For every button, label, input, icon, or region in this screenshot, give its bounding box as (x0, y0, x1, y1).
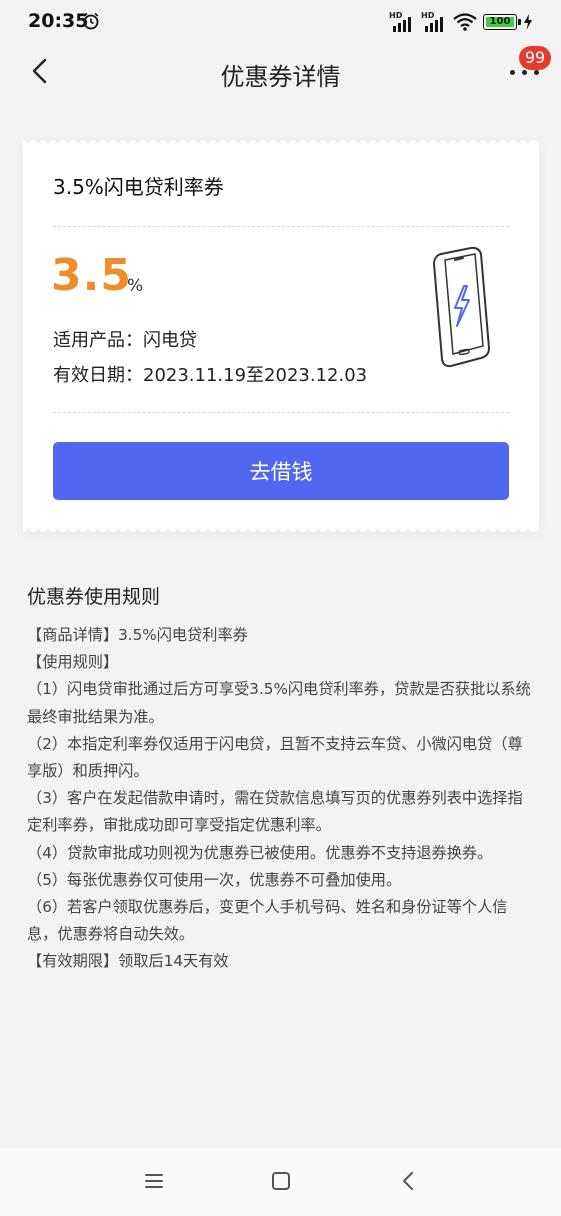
rule-line: （6）若客户领取优惠券后，变更个人手机号码、姓名和身份证等个人信息，优惠券将自动… (27, 898, 508, 944)
cell-signal-icon: HD (389, 12, 415, 32)
rate-value: 3.5 (51, 250, 132, 301)
rules-heading: 优惠券使用规则 (27, 586, 161, 608)
more-dots-icon (510, 70, 539, 75)
page-title: 优惠券详情 (220, 63, 341, 91)
status-indicators: HD HD 100 (389, 12, 533, 32)
nav-bar: 优惠券详情 (0, 44, 561, 100)
phone-lightning-icon (432, 246, 491, 368)
rule-line: （3）客户在发起借款申请时，需在贷款信息填写页的优惠券列表中选择指定利率券，审批… (27, 789, 523, 835)
rule-line: （2）本指定利率券仅适用于闪电贷，且暂不支持云车贷、小微闪电贷（尊享版）和质押闪… (27, 734, 523, 781)
home-square-icon[interactable] (270, 1170, 292, 1192)
borrow-money-button[interactable]: 去借钱 (53, 442, 509, 500)
status-time: 20:35 (28, 10, 89, 32)
divider (53, 226, 509, 227)
divider (53, 412, 509, 413)
system-nav-bar (0, 1147, 561, 1216)
rule-line: 【有效期限】领取后14天有效 (27, 952, 229, 971)
coupon-title: 3.5%闪电贷利率券 (53, 175, 224, 199)
back-triangle-icon[interactable] (398, 1170, 420, 1192)
rule-line: 【商品详情】3.5%闪电贷利率券 (27, 626, 248, 644)
rate-unit: % (127, 276, 144, 296)
wifi-icon (453, 13, 477, 31)
applicable-product: 适用产品：闪电贷 (53, 330, 197, 351)
notification-badge: 99 (519, 46, 551, 70)
lightning-bolt-icon (524, 14, 532, 30)
status-bar: 20:35 HD HD 100 (0, 0, 561, 44)
coupon-card: 3.5%闪电贷利率券 3.5 % 适用产品：闪电贷 有效日期：2023.11.1… (23, 140, 539, 532)
alarm-clock-icon (83, 12, 99, 30)
rules-body: 【商品详情】3.5%闪电贷利率券 【使用规则】 （1）闪电贷审批通过后方可享受3… (27, 622, 537, 976)
validity-period: 有效日期：2023.11.19至2023.12.03 (53, 365, 368, 386)
menu-lines-icon[interactable] (143, 1170, 165, 1192)
battery-icon: 100 (483, 14, 521, 30)
rule-line: （5）每张优惠券仅可使用一次，优惠券不可叠加使用。 (27, 870, 402, 889)
rule-line: 【使用规则】 (27, 653, 119, 672)
rule-line: （1）闪电贷审批通过后方可享受3.5%闪电贷利率券，贷款是否获批以系统最终审批结… (27, 680, 531, 726)
cell-signal-icon: HD (421, 12, 447, 32)
rule-line: （4）贷款审批成功则视为优惠券已被使用。优惠券不支持退券换券。 (27, 843, 493, 862)
battery-level: 100 (489, 16, 511, 27)
